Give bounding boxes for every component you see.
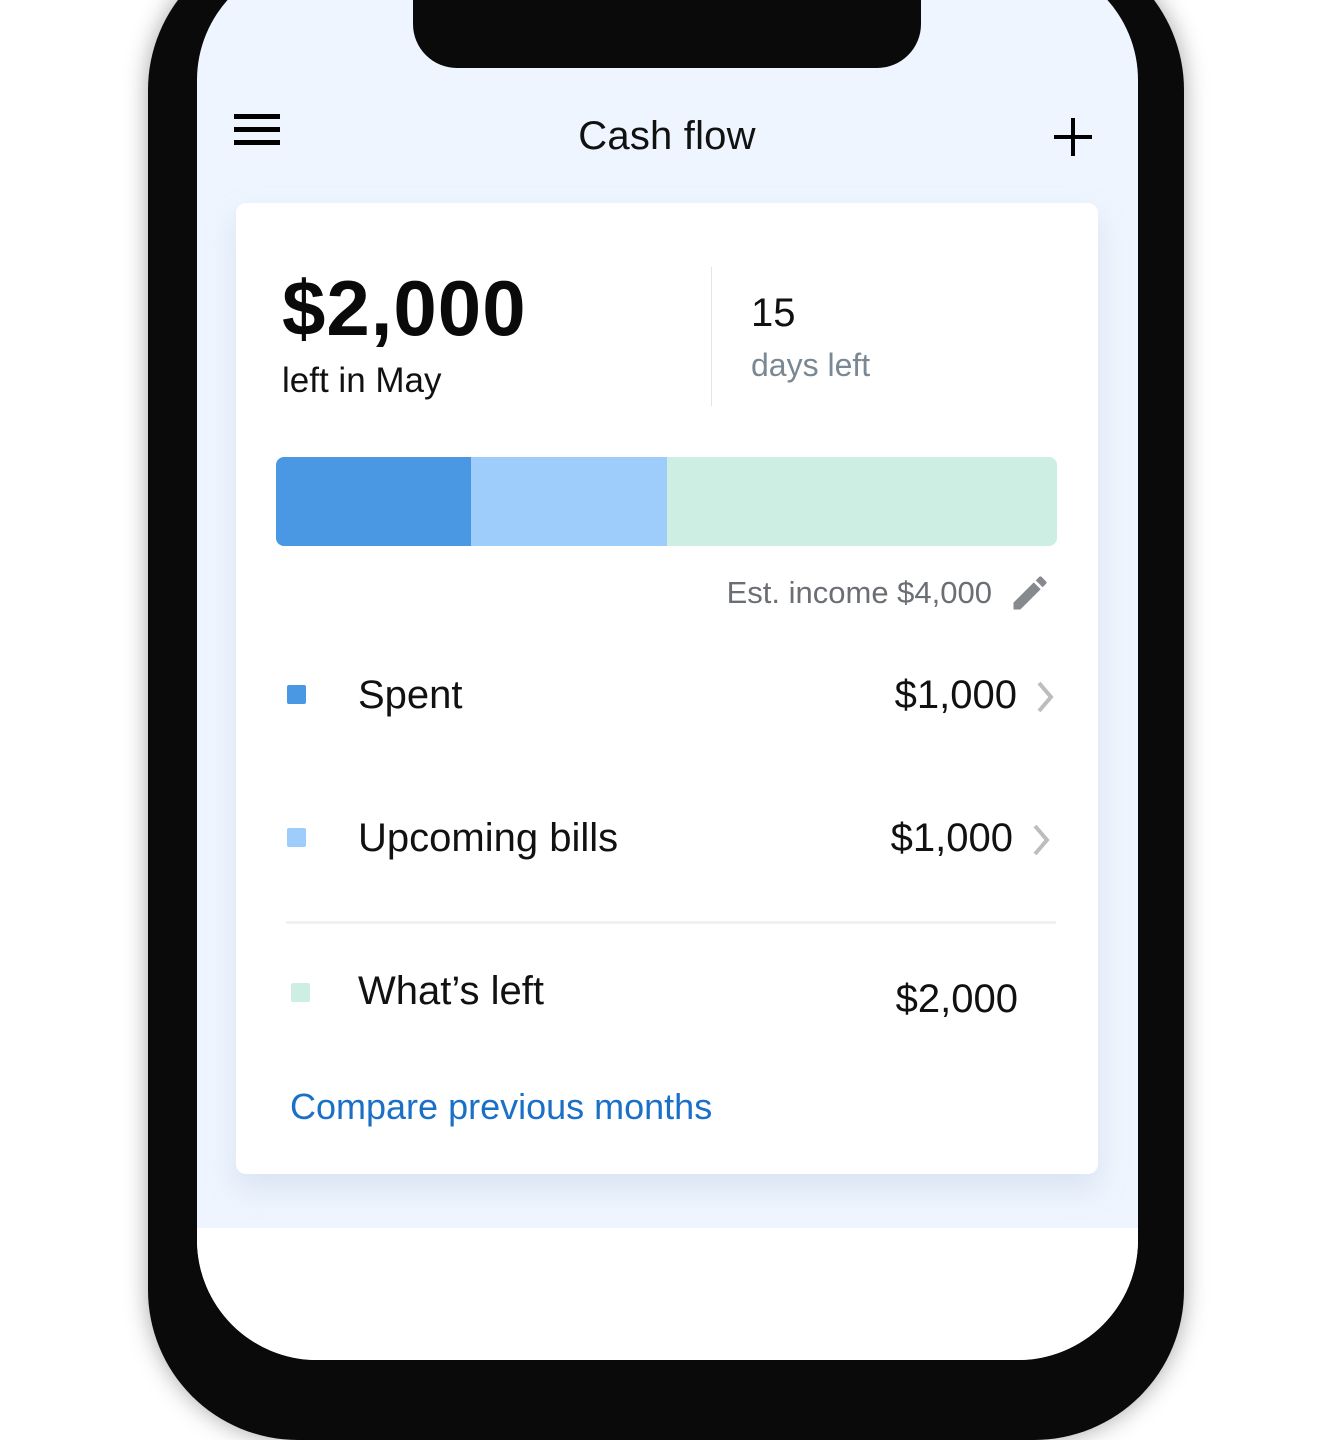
bar-segment-upcoming-bills: [471, 457, 667, 546]
page-title: Cash flow: [578, 114, 756, 158]
chevron-right-icon: [1033, 824, 1050, 856]
row-label: Upcoming bills: [358, 816, 619, 860]
row-value: $1,000: [894, 673, 1017, 717]
row-spent[interactable]: Spent $1,000: [276, 655, 1057, 735]
hamburger-menu-icon[interactable]: [234, 114, 280, 146]
breakdown-bar: [276, 457, 1057, 546]
row-value: $1,000: [890, 816, 1013, 860]
days-left-label: days left: [751, 347, 871, 383]
row-value: $2,000: [895, 977, 1018, 1021]
vertical-divider: [711, 267, 712, 406]
row-label: What’s left: [358, 969, 544, 1013]
edit-income-button[interactable]: Est. income $4,000: [727, 571, 1052, 615]
amount-left-label: left in May: [282, 361, 442, 400]
amount-left: $2,000: [282, 264, 527, 352]
whats-left-swatch: [291, 983, 310, 1002]
phone-notch: [413, 0, 921, 68]
days-left-count: 15: [751, 291, 796, 335]
pencil-icon: [1013, 576, 1047, 610]
spent-swatch: [287, 685, 306, 704]
screen-bottom-panel: [197, 1228, 1138, 1360]
bar-segment-spent: [276, 457, 472, 546]
income-label: Est. income $4,000: [726, 575, 992, 610]
plus-icon[interactable]: [1054, 118, 1092, 156]
upcoming-bills-swatch: [287, 828, 306, 847]
cash-flow-card: $2,000 left in May 15 days left Est. inc…: [236, 203, 1098, 1174]
row-whats-left: What’s left $2,000: [276, 951, 1057, 1031]
row-label: Spent: [358, 673, 463, 717]
compare-previous-months-link[interactable]: Compare previous months: [290, 1086, 712, 1128]
row-upcoming-bills[interactable]: Upcoming bills $1,000: [276, 798, 1057, 878]
chevron-right-icon: [1037, 681, 1054, 713]
row-divider: [286, 921, 1056, 924]
bar-segment-what-s-left: [666, 457, 1057, 546]
